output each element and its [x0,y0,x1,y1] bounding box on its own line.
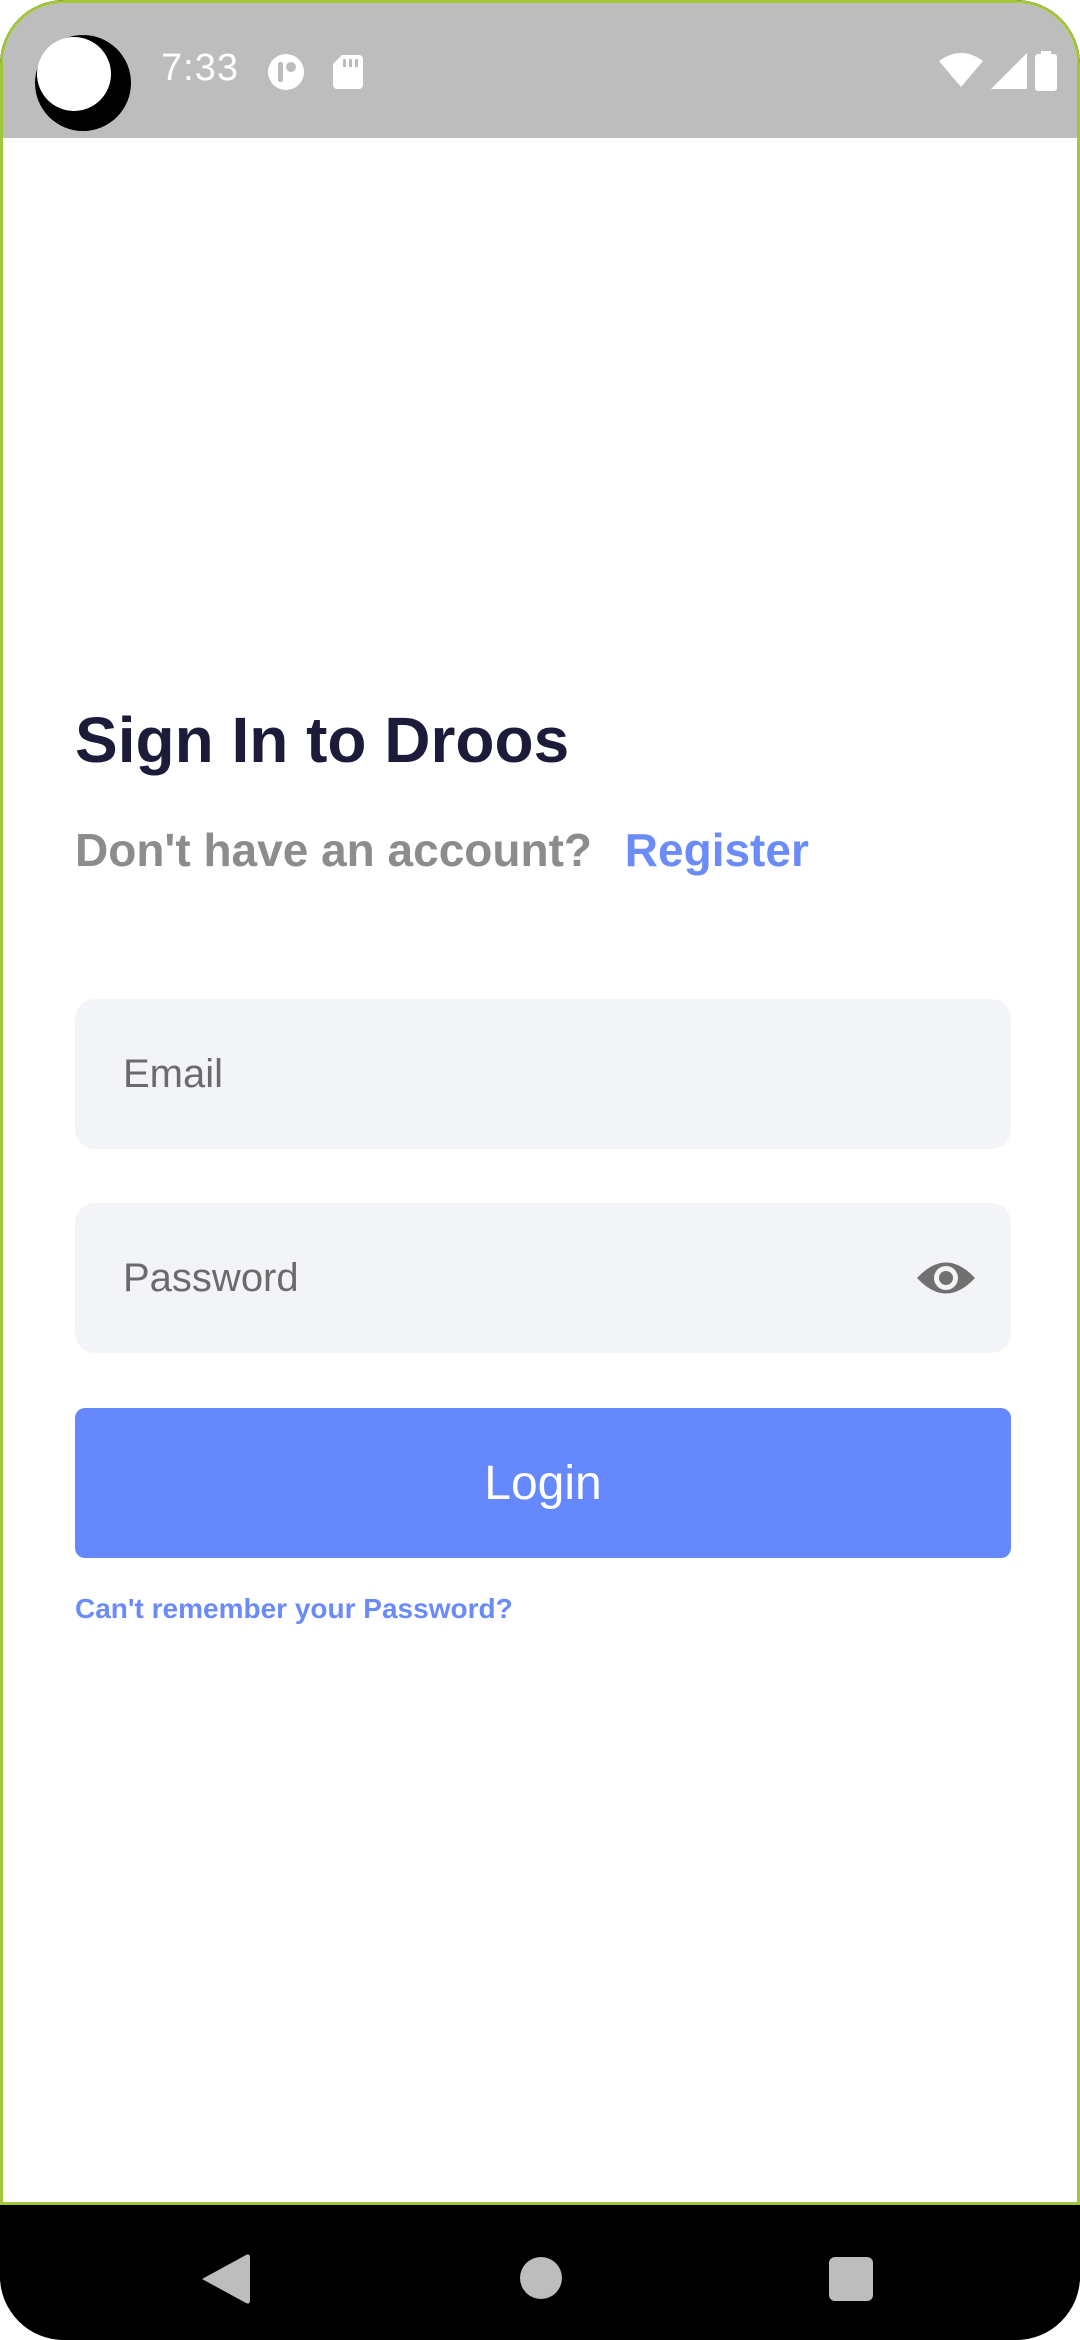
camera-cutout [35,35,131,131]
password-field[interactable] [123,1203,923,1353]
register-prompt: Don't have an account? Register [75,823,809,877]
eye-icon[interactable] [915,1253,977,1303]
battery-icon [1035,51,1057,91]
recents-icon[interactable] [829,2257,873,2301]
status-right-icons [939,51,1057,91]
back-icon[interactable] [202,2253,250,2305]
status-time: 7:33 [161,47,239,89]
status-bar: 7:33 [3,3,1077,138]
password-field-container [75,1203,1011,1353]
email-field[interactable] [123,999,923,1149]
phone-frame: 7:33 Sign In to Droos Don't have an acco… [0,0,1080,2340]
page-title: Sign In to Droos [75,704,570,776]
app-screen: 7:33 Sign In to Droos Don't have an acco… [0,0,1080,2205]
sd-card-icon [333,55,363,89]
register-link[interactable]: Register [625,824,809,876]
app-notification-icon [268,54,304,90]
wifi-icon [939,53,983,87]
login-button[interactable]: Login [75,1408,1011,1558]
forgot-password-link[interactable]: Can't remember your Password? [75,1593,513,1625]
cell-signal-icon [991,53,1027,89]
email-field-container [75,999,1011,1149]
home-icon[interactable] [520,2257,562,2299]
no-account-text: Don't have an account? [75,824,593,876]
navigation-bar [0,2205,1080,2340]
